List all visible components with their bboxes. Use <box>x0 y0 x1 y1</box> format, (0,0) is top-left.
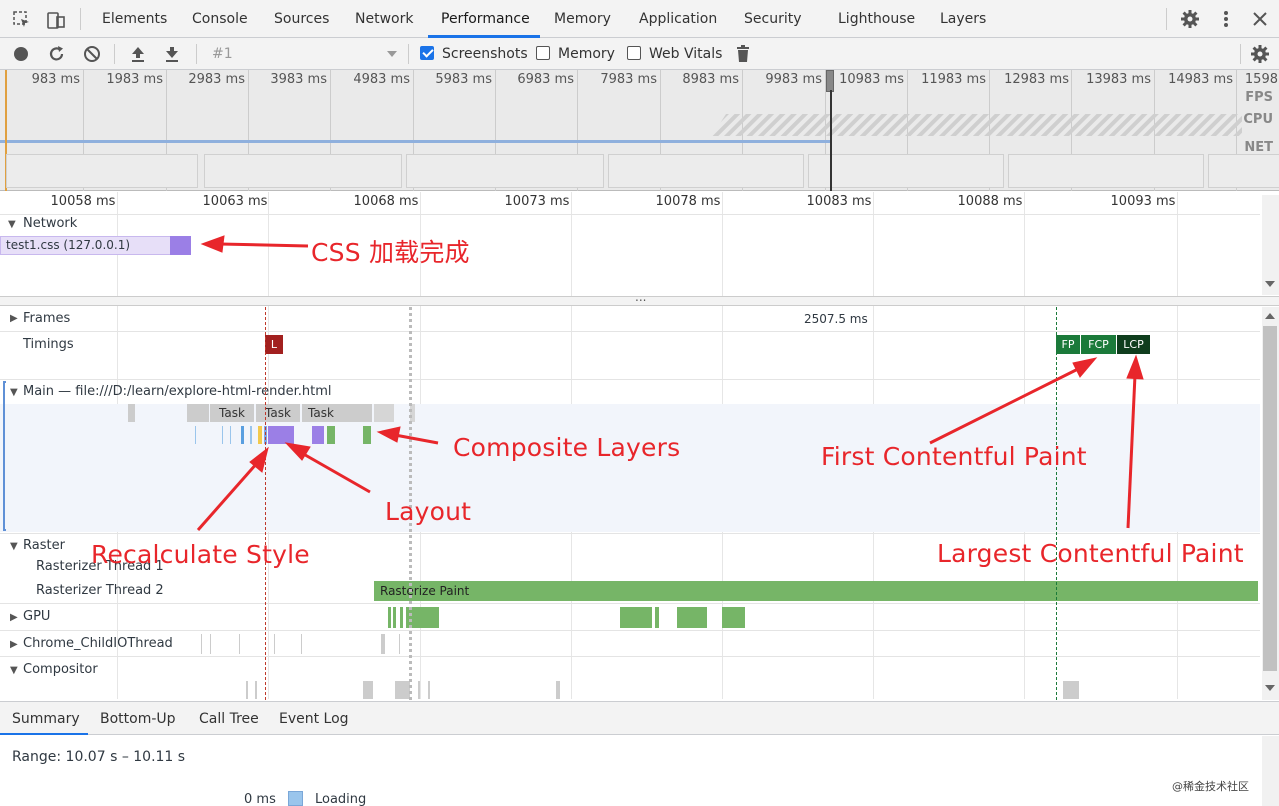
loading-color-swatch <box>288 791 303 806</box>
annotation-composite-layers: Composite Layers <box>453 433 681 462</box>
tab-event-log[interactable]: Event Log <box>279 702 349 736</box>
summary-scrollbar[interactable] <box>1262 736 1279 806</box>
annotation-layout: Layout <box>385 497 472 526</box>
annotation-css-loaded: CSS 加载完成 <box>311 238 470 267</box>
tab-call-tree[interactable]: Call Tree <box>199 702 259 736</box>
annotation-largest-contentful-paint: Largest Contentful Paint <box>937 539 1244 568</box>
devtools-window: Elements Console Sources Network Perform… <box>0 0 1279 806</box>
tab-bottom-up[interactable]: Bottom-Up <box>100 702 176 736</box>
summary-range: Range: 10.07 s – 10.11 s <box>12 749 186 765</box>
loading-time: 0 ms <box>244 792 276 806</box>
annotation-recalculate-style: Recalculate Style <box>91 540 310 569</box>
loading-category-label: Loading <box>315 792 367 806</box>
annotation-arrows <box>196 235 1144 531</box>
active-details-tab-indicator <box>0 733 88 735</box>
details-tab-bar: Summary Bottom-Up Call Tree Event Log <box>0 701 1279 735</box>
annotation-first-contentful-paint: First Contentful Paint <box>821 442 1087 471</box>
tab-summary[interactable]: Summary <box>12 702 80 736</box>
watermark: @稀金技术社区 <box>1172 780 1249 793</box>
